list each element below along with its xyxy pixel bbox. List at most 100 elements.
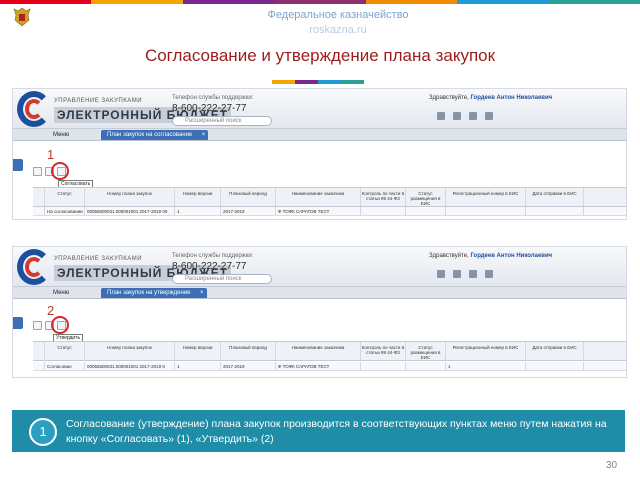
app-header: УПРАВЛЕНИЕ ЗАКУПКАМИ ЭЛЕКТРОННЫЙ БЮДЖЕТ … xyxy=(13,89,626,129)
brand-subtitle: УПРАВЛЕНИЕ ЗАКУПКАМИ xyxy=(54,98,143,104)
table-cell xyxy=(446,207,526,215)
table-cell: Ф ТОФК САРАТОВ ТЕСТ xyxy=(276,362,361,370)
greeting-prefix: Здравствуйте, xyxy=(429,95,469,101)
header-icons xyxy=(437,112,493,120)
refresh-button[interactable] xyxy=(33,167,42,176)
column-header[interactable]: Наименование заказчика xyxy=(276,342,361,360)
table-cell xyxy=(33,362,45,370)
column-header[interactable] xyxy=(33,342,45,360)
settings-icon[interactable] xyxy=(453,270,461,278)
column-header[interactable]: Статус размещения в ЕИС xyxy=(406,342,446,360)
accent-segment xyxy=(272,80,295,84)
tab-confirmation[interactable]: План закупок на утверждение × xyxy=(101,288,207,298)
user-greeting: Здравствуйте, Гордеев Антон Николаевич xyxy=(429,95,552,101)
callout-number: 1 xyxy=(47,147,55,162)
tab-label: План закупок на утверждение xyxy=(107,290,191,296)
grid-header: Статус Номер плана закупок Номер версии Пла… xyxy=(33,187,626,207)
column-header[interactable]: Регистрационный номер в ЕИС xyxy=(446,342,526,360)
callout-number: 2 xyxy=(47,303,55,318)
column-header[interactable]: Номер плана закупок xyxy=(85,188,175,206)
highlight-circle xyxy=(51,316,69,334)
logout-icon[interactable] xyxy=(485,112,493,120)
user-name[interactable]: Гордеев Антон Николаевич xyxy=(470,95,552,101)
settings-icon[interactable] xyxy=(453,112,461,120)
top-bar-segment xyxy=(274,0,366,4)
logout-icon[interactable] xyxy=(485,270,493,278)
support-phone: 8-600-222-27-77 xyxy=(172,261,247,272)
greeting-prefix: Здравствуйте, xyxy=(429,253,469,259)
table-cell xyxy=(33,207,45,215)
table-cell xyxy=(526,207,584,215)
help-icon[interactable] xyxy=(469,112,477,120)
tab-label: План закупок на согласование xyxy=(107,132,193,138)
screenshot-confirmation: УПРАВЛЕНИЕ ЗАКУПКАМИ ЭЛЕКТРОННЫЙ БЮДЖЕТ … xyxy=(12,246,627,378)
table-cell: 00055500031.000001001 2017-2019 0 xyxy=(85,362,175,370)
info-text: Согласование (утверждение) плана закупок… xyxy=(66,418,607,445)
column-header[interactable]: Статус размещения в ЕИС xyxy=(406,188,446,206)
support-label: Телефон службы поддержки: xyxy=(172,95,254,101)
column-header[interactable]: Статус xyxy=(45,342,85,360)
info-box: 1 Согласование (утверждение) плана закуп… xyxy=(12,410,625,452)
table-cell: 2017-2019 xyxy=(221,207,276,215)
sidebar-toggle[interactable] xyxy=(13,317,23,329)
table-cell xyxy=(361,207,406,215)
column-header[interactable]: Наименование заказчика xyxy=(276,188,361,206)
slide-title: Согласование и утверждение плана закупок xyxy=(144,46,496,65)
organization-site[interactable]: roskazna.ru xyxy=(0,24,640,36)
menu-button[interactable]: Меню xyxy=(53,130,69,140)
accent-segment xyxy=(295,80,318,84)
budget-logo-inner-icon xyxy=(25,99,43,119)
column-header[interactable]: Плановый период xyxy=(221,188,276,206)
table-cell xyxy=(406,362,446,370)
home-icon[interactable] xyxy=(437,270,445,278)
sidebar-toggle[interactable] xyxy=(13,159,23,171)
column-header[interactable]: Номер версии xyxy=(175,188,221,206)
table-cell xyxy=(526,362,584,370)
column-header[interactable]: Регистрационный номер в ЕИС xyxy=(446,188,526,206)
table-cell: 00055500031.000001001 2017-2019 00 xyxy=(85,207,175,215)
column-header[interactable]: Дата отправки в ЕИС xyxy=(526,342,584,360)
column-header[interactable]: Плановый период xyxy=(221,342,276,360)
close-icon[interactable]: × xyxy=(200,288,204,298)
close-icon[interactable]: × xyxy=(202,130,206,140)
table-row[interactable]: На согласовании 00055500031.000001001 201… xyxy=(33,207,626,216)
column-header[interactable]: Номер версии xyxy=(175,342,221,360)
home-icon[interactable] xyxy=(437,112,445,120)
screenshot-approval: УПРАВЛЕНИЕ ЗАКУПКАМИ ЭЛЕКТРОННЫЙ БЮДЖЕТ … xyxy=(12,88,627,220)
organization-name: Федеральное казначейство xyxy=(267,9,409,21)
column-header[interactable]: Номер плана закупок xyxy=(85,342,175,360)
column-header[interactable]: Статус xyxy=(45,188,85,206)
user-name[interactable]: Гордеев Антон Николаевич xyxy=(470,253,552,259)
table-cell xyxy=(406,207,446,215)
top-bar-segment xyxy=(0,0,92,4)
grid-header: Статус Номер плана закупок Номер версии Пла… xyxy=(33,341,626,361)
column-header[interactable]: Дата отправки в ЕИС xyxy=(526,188,584,206)
refresh-button[interactable] xyxy=(33,321,42,330)
top-bar-segment xyxy=(182,0,275,4)
accent-bar xyxy=(272,80,364,84)
table-cell: 2017-2019 xyxy=(221,362,276,370)
column-header[interactable] xyxy=(33,188,45,206)
search-input[interactable]: Расширенный поиск xyxy=(172,274,272,284)
user-greeting: Здравствуйте, Гордеев Антон Николаевич xyxy=(429,253,552,259)
help-icon[interactable] xyxy=(469,270,477,278)
table-cell: Согласован xyxy=(45,362,85,370)
header-icons xyxy=(437,270,493,278)
column-header[interactable]: Контроль по части 5 статьи 99 44-ФЗ xyxy=(361,342,406,360)
info-number: 1 xyxy=(29,418,57,446)
accent-segment xyxy=(318,80,341,84)
top-bar-segment xyxy=(365,0,458,4)
top-color-bar xyxy=(0,0,640,4)
app-header: УПРАВЛЕНИЕ ЗАКУПКАМИ ЭЛЕКТРОННЫЙ БЮДЖЕТ … xyxy=(13,247,626,287)
table-row[interactable]: Согласован 00055500031.000001001 2017-201… xyxy=(33,362,626,371)
nav-bar: Меню План закупок на утверждение × xyxy=(13,287,626,299)
tab-approval[interactable]: План закупок на согласование × xyxy=(101,130,209,140)
nav-bar: Меню План закупок на согласование × xyxy=(13,129,626,141)
search-input[interactable]: Расширенный поиск xyxy=(172,116,272,126)
support-phone: 8-600-222-27-77 xyxy=(172,103,247,114)
highlight-circle xyxy=(51,162,69,180)
column-header[interactable]: Контроль по части 5 статьи 99 44-ФЗ xyxy=(361,188,406,206)
menu-button[interactable]: Меню xyxy=(53,288,69,298)
table-cell xyxy=(361,362,406,370)
table-cell: На согласовании xyxy=(45,207,85,215)
